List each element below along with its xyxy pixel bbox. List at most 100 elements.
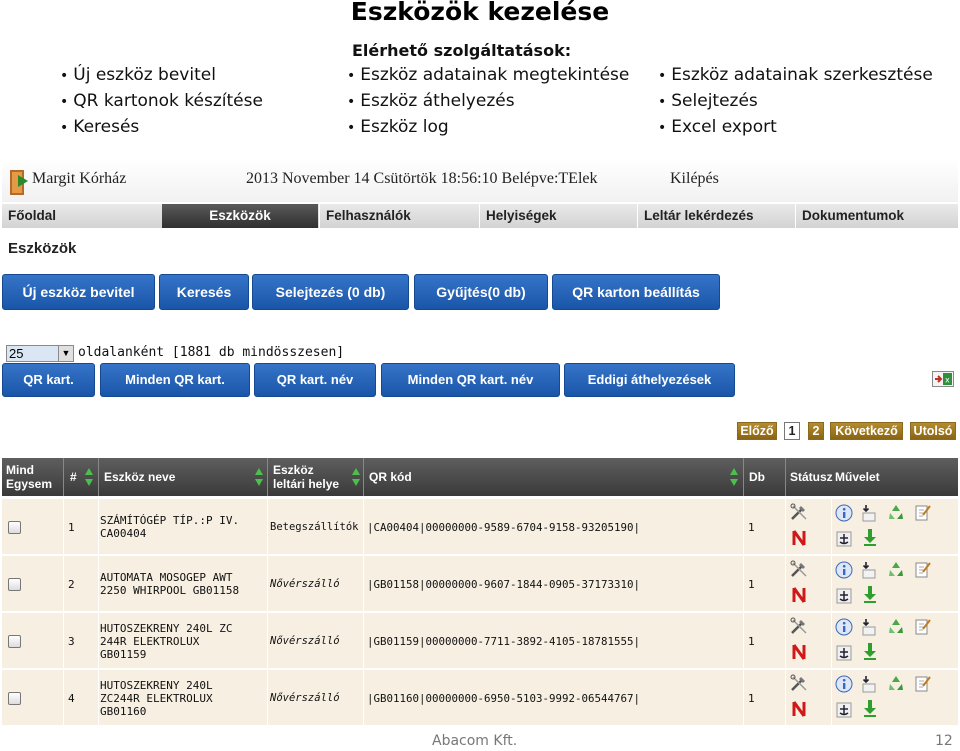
edit-icon[interactable] [914, 503, 932, 521]
edit-icon[interactable] [914, 674, 932, 692]
nav-rooms[interactable]: Helyiségek [480, 204, 636, 228]
all-qr-cards-button[interactable]: Minden QR kart. [100, 363, 250, 397]
row-select-cell [8, 499, 28, 555]
row-checkbox[interactable] [8, 577, 21, 591]
logout-link[interactable]: Kilépés [670, 170, 719, 188]
download-arrow-icon[interactable] [861, 585, 879, 603]
cell-divider [63, 556, 64, 612]
download-arrow-icon[interactable] [861, 528, 879, 546]
new-device-button[interactable]: Új eszköz bevitel [2, 274, 155, 310]
row-device-name[interactable]: HUTOSZEKRENY 240L ZC244R ELEKTROLUX GB0116… [100, 670, 266, 726]
cell-divider [743, 556, 744, 612]
download-arrow-icon[interactable] [861, 642, 879, 660]
qr-card-button[interactable]: QR kart. [2, 363, 95, 397]
row-quantity: 1 [748, 520, 755, 534]
row-checkbox[interactable] [8, 520, 21, 534]
row-number: 2 [68, 577, 75, 591]
recycle-icon[interactable] [887, 503, 905, 521]
previous-relocations-button[interactable]: Eddigi áthelyezések [564, 363, 735, 397]
pager-page-2[interactable]: 2 [808, 422, 824, 440]
anchor-icon[interactable] [835, 644, 853, 662]
row-status [786, 613, 830, 669]
move-down-icon[interactable] [859, 618, 877, 636]
per-page-value: 25 [9, 346, 24, 361]
tools-icon[interactable] [790, 560, 808, 578]
row-device-name-text: AUTOMATA MOSOGEP AWT 2250 WHIRPOOL GB0115… [100, 571, 239, 597]
move-down-icon[interactable] [859, 675, 877, 693]
row-device-name-line: 2250 WHIRPOOL GB01158 [100, 584, 240, 597]
col-qr-code[interactable]: QR kód [365, 458, 740, 496]
row-device-name[interactable]: SZÁMÍTÓGÉP TÍP.:P IV. CA00404 [100, 499, 266, 555]
netflix-n-icon[interactable] [790, 643, 808, 661]
per-page-select[interactable]: 25 ▼ [6, 345, 74, 362]
footer-company: Abacom Kft. [432, 733, 518, 749]
recycle-icon[interactable] [887, 674, 905, 692]
all-qr-card-names-button[interactable]: Minden QR kart. név [381, 363, 560, 397]
pager-next-button[interactable]: Következő [830, 422, 903, 440]
pager-page-1[interactable]: 1 [784, 422, 800, 440]
info-icon[interactable] [835, 618, 853, 636]
cell-divider [743, 499, 744, 555]
row-device-name-line: HUTOSZEKRENY 240L ZC [100, 621, 233, 635]
tools-icon[interactable] [790, 674, 808, 692]
edit-icon[interactable] [914, 560, 932, 578]
col-number[interactable]: # [66, 458, 98, 496]
table-row: 4 HUTOSZEKRENY 240L ZC244R ELEKTROLUX GB011… [2, 670, 958, 726]
row-select-cell [8, 670, 28, 726]
collect-button[interactable]: Gyűjtés(0 db) [414, 274, 548, 310]
recycle-icon[interactable] [887, 560, 905, 578]
nav-devices[interactable]: Eszközök [162, 204, 318, 228]
chevron-down-icon[interactable]: ▼ [58, 346, 73, 361]
col-device-name[interactable]: Eszköz neve [100, 458, 265, 496]
cell-divider [98, 613, 99, 669]
sort-arrows-icon[interactable] [85, 467, 93, 487]
row-select-cell [8, 556, 28, 612]
row-device-name-line: SZÁMÍTÓGÉP TÍP.:P IV. [100, 514, 240, 527]
anchor-icon[interactable] [835, 530, 853, 548]
anchor-icon[interactable] [835, 587, 853, 605]
move-down-icon[interactable] [859, 504, 877, 522]
download-arrow-icon[interactable] [861, 699, 879, 717]
sort-arrows-icon[interactable] [730, 467, 738, 487]
feature-item: Eszköz adatainak szerkesztése [658, 63, 933, 89]
netflix-n-icon[interactable] [790, 700, 808, 718]
recycle-icon[interactable] [887, 617, 905, 635]
tools-icon[interactable] [790, 617, 808, 635]
feature-item: QR kartonok készítése [60, 89, 263, 115]
info-icon[interactable] [835, 561, 853, 579]
row-device-name[interactable]: AUTOMATA MOSOGEP AWT 2250 WHIRPOOL GB0115… [100, 556, 266, 612]
nav-inventory-query[interactable]: Leltár lekérdezés [638, 204, 794, 228]
sort-arrows-icon[interactable] [255, 467, 263, 487]
move-down-icon[interactable] [859, 561, 877, 579]
qr-card-name-button[interactable]: QR kart. név [254, 363, 376, 397]
qr-card-settings-button[interactable]: QR karton beállítás [552, 274, 720, 310]
row-device-name[interactable]: HUTOSZEKRENY 240L ZC 244R ELEKTROLUX GB011… [100, 613, 266, 669]
row-checkbox[interactable] [8, 634, 21, 648]
row-device-name-line: AUTOMATA MOSOGEP AWT [100, 571, 233, 584]
netflix-n-icon[interactable] [790, 529, 808, 547]
col-select-all[interactable]: Mind Egysem [2, 458, 62, 496]
pager-last-button[interactable]: Utolsó [910, 422, 956, 440]
search-button[interactable]: Keresés [159, 274, 249, 310]
tools-icon[interactable] [790, 503, 808, 521]
pager-prev-button[interactable]: Előző [737, 422, 777, 440]
excel-export-icon[interactable]: x [932, 371, 954, 387]
nav-users[interactable]: Felhasználók [320, 204, 478, 228]
nav-home[interactable]: Főoldal [2, 204, 160, 228]
per-page-summary: oldalanként [1881 db mindösszesen] [78, 345, 345, 360]
col-quantity: Db [749, 470, 765, 484]
sort-arrows-icon[interactable] [352, 467, 360, 487]
netflix-n-icon[interactable] [790, 586, 808, 604]
nav-documents[interactable]: Dokumentumok [796, 204, 958, 228]
anchor-icon[interactable] [835, 701, 853, 719]
col-location[interactable]: Eszköz leltári helye [269, 458, 364, 496]
col-location-line2: leltári helye [273, 477, 340, 491]
info-icon[interactable] [835, 675, 853, 693]
info-icon[interactable] [835, 504, 853, 522]
col-status: Státusz [790, 470, 833, 484]
row-quantity: 1 [748, 634, 755, 648]
row-checkbox[interactable] [8, 691, 21, 705]
edit-icon[interactable] [914, 617, 932, 635]
cell-divider [98, 670, 99, 726]
scrap-button[interactable]: Selejtezés (0 db) [252, 274, 409, 310]
